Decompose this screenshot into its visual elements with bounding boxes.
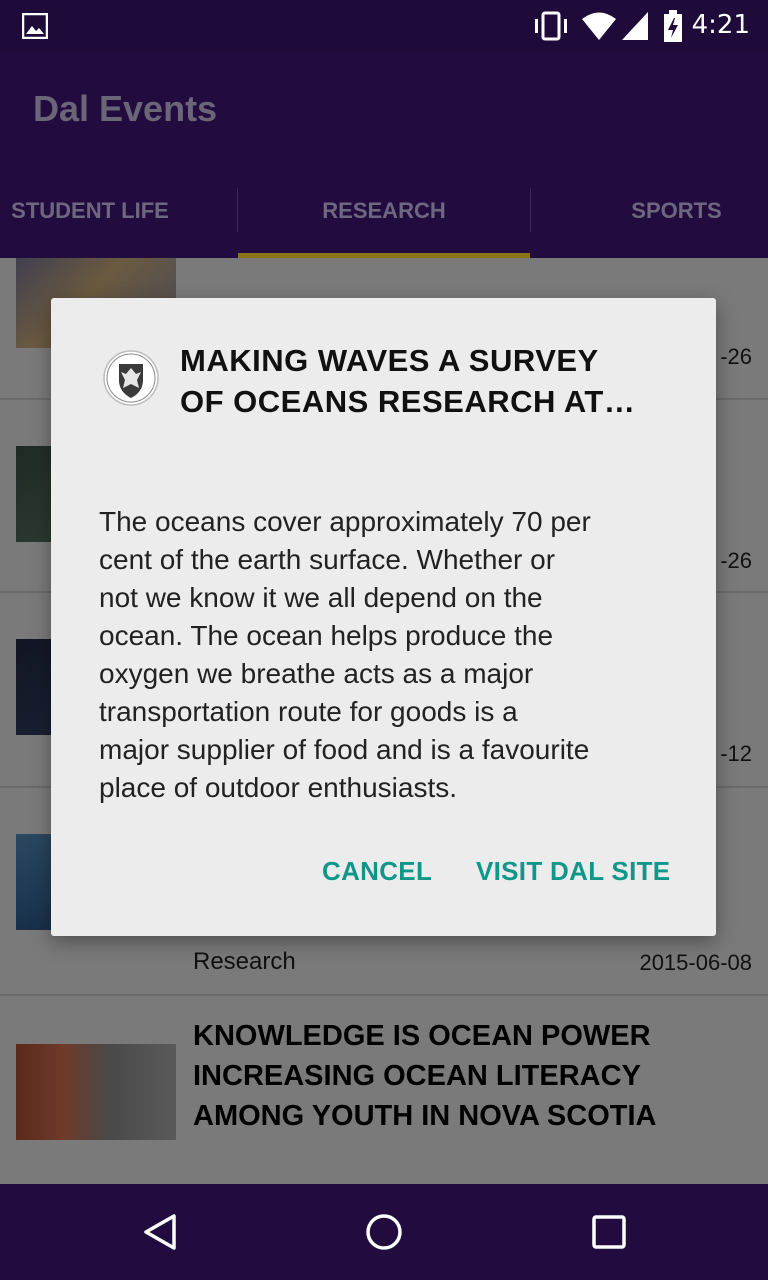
event-date: -12 <box>720 741 752 766</box>
dialog-message: The oceans cover approximately 70 per ce… <box>99 503 689 807</box>
status-bar: 4:21 <box>0 0 768 52</box>
vibrate-icon <box>535 11 567 41</box>
recents-icon[interactable] <box>589 1212 629 1252</box>
battery-icon <box>664 10 682 42</box>
tab-divider <box>530 188 531 232</box>
event-date: -26 <box>720 344 752 369</box>
event-category: Research <box>193 948 296 975</box>
dialog-message-line: transportation route for goods is a <box>99 696 518 727</box>
dialog-message-line: ocean. The ocean helps produce the <box>99 620 554 651</box>
tab-sports[interactable]: SPORTS <box>585 158 768 258</box>
event-dialog: MAKING WAVES A SURVEY OF OCEANS RESEARCH… <box>51 298 716 936</box>
event-date: -26 <box>720 548 752 573</box>
navigation-bar <box>0 1184 768 1280</box>
signal-icon <box>622 12 648 40</box>
back-icon[interactable] <box>140 1212 180 1252</box>
event-title: KNOWLEDGE IS OCEAN POWER INCREASING OCEA… <box>193 1016 753 1136</box>
event-date: 2015-06-08 <box>639 950 752 975</box>
dialog-message-line: cent of the earth surface. Whether or <box>99 544 556 575</box>
dialog-title-line: MAKING WAVES A SURVEY <box>180 343 599 378</box>
tab-bar: STUDENT LIFE RESEARCH SPORTS <box>0 158 768 258</box>
image-notification-icon <box>22 13 48 39</box>
home-icon[interactable] <box>364 1212 404 1252</box>
list-item[interactable]: KNOWLEDGE IS OCEAN POWER INCREASING OCEA… <box>0 996 768 1184</box>
dialog-title: MAKING WAVES A SURVEY OF OCEANS RESEARCH… <box>180 340 680 422</box>
dialog-message-line: major supplier of food and is a favourit… <box>99 734 590 765</box>
tab-research[interactable]: RESEARCH <box>238 158 530 258</box>
dal-crest-icon <box>103 350 159 406</box>
event-title-line: AMONG YOUTH IN NOVA SCOTIA <box>193 1100 657 1132</box>
status-time: 4:21 <box>691 10 750 40</box>
dialog-message-line: place of outdoor enthusiasts. <box>99 772 458 803</box>
event-title-line: KNOWLEDGE IS OCEAN POWER <box>193 1020 651 1052</box>
tab-student-life[interactable]: STUDENT LIFE <box>0 158 180 258</box>
visit-dal-site-button[interactable]: VISIT DAL SITE <box>476 856 670 887</box>
cancel-button[interactable]: CANCEL <box>322 856 432 887</box>
dialog-message-line: oxygen we breathe acts as a major <box>99 658 534 689</box>
app-bar: Dal Events <box>0 52 768 158</box>
wifi-icon <box>582 12 616 40</box>
event-thumbnail <box>16 1044 176 1140</box>
app-title: Dal Events <box>33 88 218 129</box>
event-title-line: INCREASING OCEAN LITERACY <box>193 1060 641 1092</box>
dialog-title-line: OF OCEANS RESEARCH AT… <box>180 384 636 419</box>
dialog-message-line: not we know it we all depend on the <box>99 582 543 613</box>
dialog-message-line: The oceans cover approximately 70 per <box>99 506 591 537</box>
